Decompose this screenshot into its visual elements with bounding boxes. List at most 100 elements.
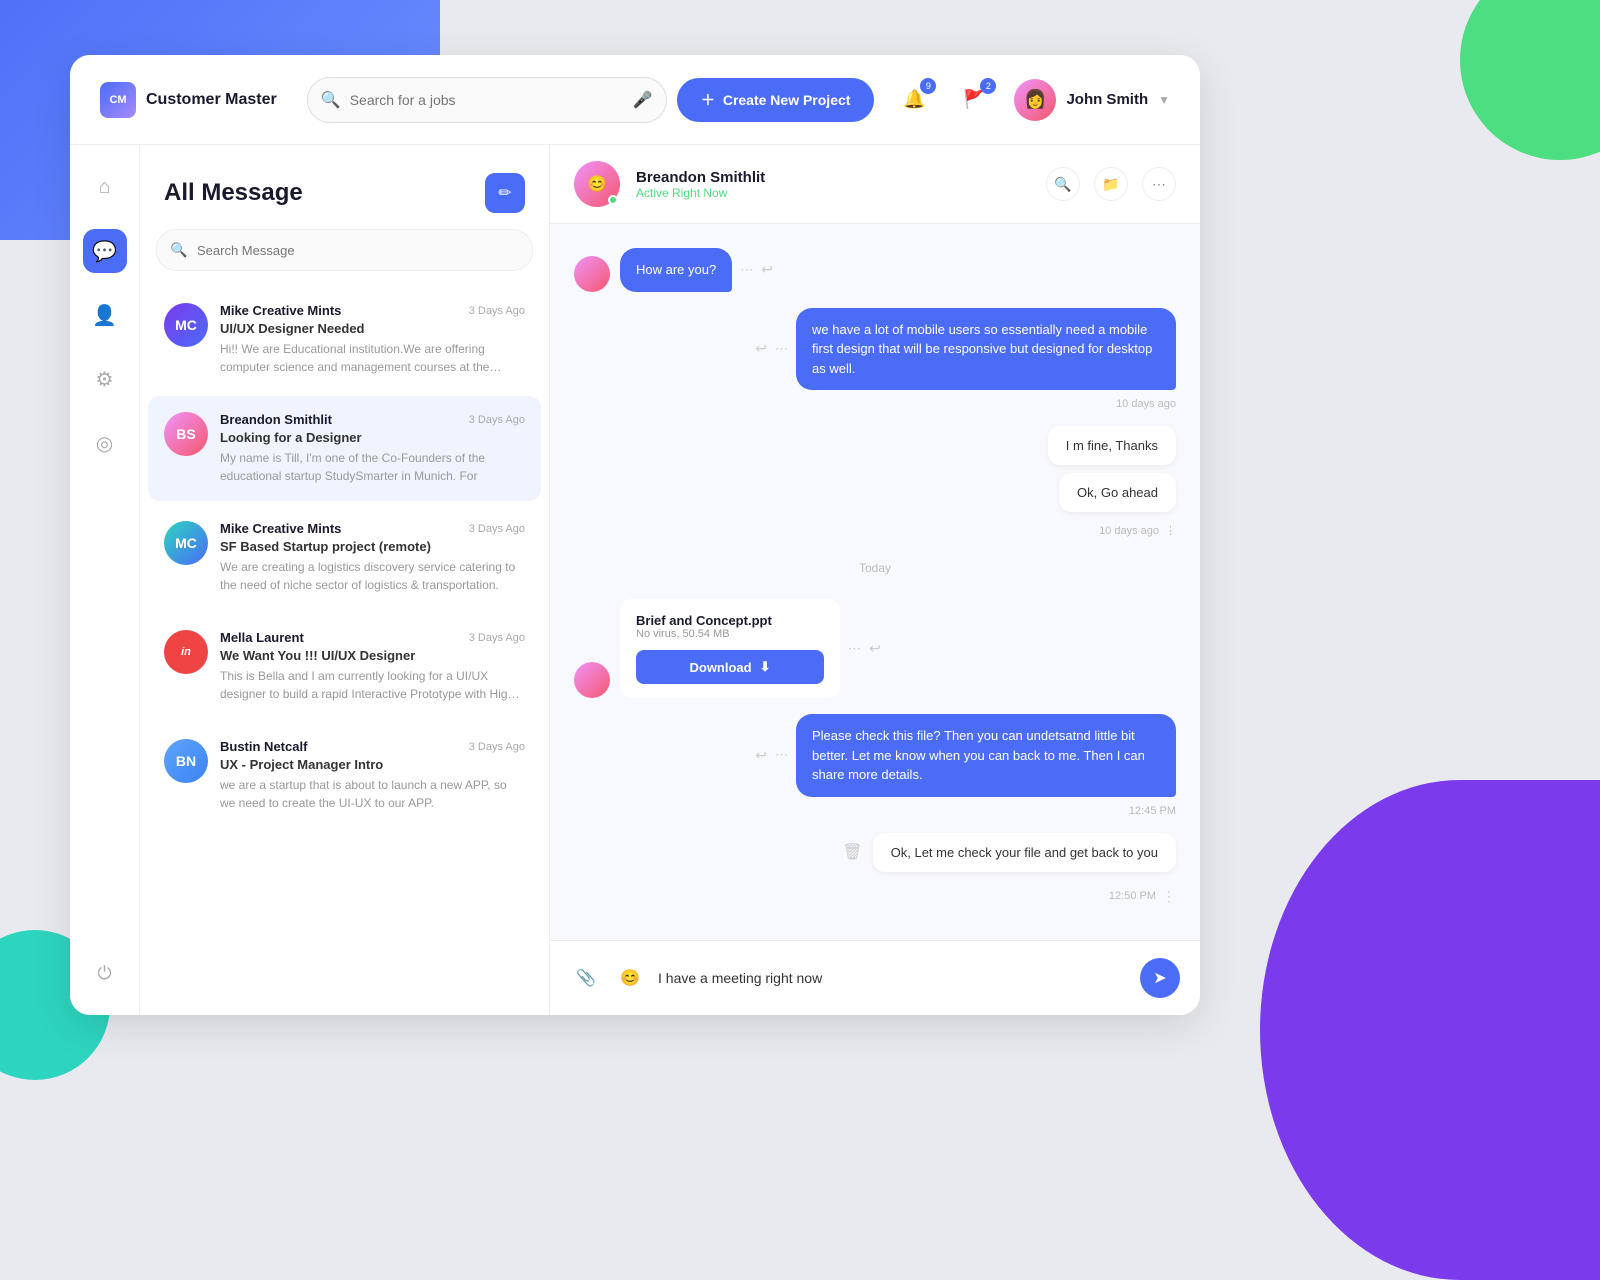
message-time: 3 Days Ago — [469, 414, 525, 426]
sidebar-item-settings[interactable]: ⚙ — [83, 357, 127, 401]
chat-message-row: I m fine, Thanks Ok, Go ahead 10 days ag… — [574, 426, 1176, 537]
compose-icon: ✏ — [498, 183, 511, 203]
message-preview: My name is Till, I'm one of the Co-Found… — [220, 449, 525, 485]
reply-icon[interactable]: ↩ — [761, 261, 773, 278]
message-group: we have a lot of mobile users so essenti… — [755, 308, 1176, 411]
bg-decoration-purple — [1260, 780, 1600, 1280]
notifications-button[interactable]: 🔔 9 — [894, 80, 934, 120]
header: CM Customer Master 🔍 🎤 ＋ Create New Proj… — [70, 55, 1200, 145]
logo-badge: CM — [100, 82, 136, 118]
chat-user-info: Breandon Smithlit Active Right Now — [636, 169, 1030, 200]
message-search-input[interactable] — [156, 229, 533, 271]
messages-panel: All Message ✏ 🔍 MC Mike Creative Mints 3… — [140, 145, 550, 1015]
compose-button[interactable]: ✏ — [485, 173, 525, 213]
message-time: 12:45 PM — [1129, 805, 1176, 817]
message-bubble: we have a lot of mobile users so essenti… — [796, 308, 1176, 391]
message-bubble: Please check this file? Then you can und… — [796, 714, 1176, 797]
message-preview: This is Bella and I am currently looking… — [220, 667, 525, 703]
sidebar-item-logout[interactable]: ⏻ — [83, 951, 127, 995]
chat-message-row: Brief and Concept.ppt No virus, 50.54 MB… — [574, 599, 1176, 698]
download-button[interactable]: Download ⬇ — [636, 650, 824, 684]
message-search[interactable]: 🔍 — [156, 229, 533, 271]
download-label: Download — [689, 660, 751, 675]
logo-area: CM Customer Master — [100, 82, 277, 118]
ellipsis-icon[interactable]: ⋯ — [775, 747, 788, 763]
search-input[interactable] — [307, 77, 667, 123]
search-icon: 🔍 — [321, 90, 341, 110]
folder-icon: 📁 — [1102, 176, 1119, 193]
avatar: MC — [164, 521, 208, 565]
chat-header-actions: 🔍 📁 ⋯ — [1046, 167, 1176, 201]
more-icon: ⋯ — [1152, 176, 1166, 193]
emoji-button[interactable]: 😊 — [614, 962, 646, 994]
chat-message-row: How are you? ⋯ ↩ — [574, 248, 1176, 292]
ellipsis-icon[interactable]: ⋯ — [740, 262, 753, 278]
message-subject: UI/UX Designer Needed — [220, 321, 525, 336]
message-item[interactable]: MC Mike Creative Mints 3 Days Ago SF Bas… — [148, 505, 541, 610]
chat-message-input[interactable] — [658, 957, 1128, 999]
message-content: Bustin Netcalf 3 Days Ago UX - Project M… — [220, 739, 525, 812]
send-button[interactable]: ➤ — [1140, 958, 1180, 998]
logout-icon: ⏻ — [97, 963, 111, 984]
message-item[interactable]: MC Mike Creative Mints 3 Days Ago UI/UX … — [148, 287, 541, 392]
message-content: Mike Creative Mints 3 Days Ago SF Based … — [220, 521, 525, 594]
plus-icon: ＋ — [701, 90, 715, 110]
message-item[interactable]: BS Breandon Smithlit 3 Days Ago Looking … — [148, 396, 541, 501]
trash-icon[interactable]: 🗑 — [842, 842, 862, 862]
reply-bubble: Ok, Let me check your file and get back … — [873, 833, 1176, 872]
message-subject: UX - Project Manager Intro — [220, 757, 525, 772]
avatar: BS — [164, 412, 208, 456]
more-icon[interactable]: ⋮ — [1165, 524, 1176, 537]
alerts-badge: 2 — [980, 78, 996, 94]
message-sender: Breandon Smithlit — [220, 412, 332, 427]
create-project-button[interactable]: ＋ Create New Project — [677, 78, 875, 122]
avatar: in — [164, 630, 208, 674]
message-time: 3 Days Ago — [469, 632, 525, 644]
message-preview: we are a startup that is about to launch… — [220, 776, 525, 812]
message-sender: Mike Creative Mints — [220, 303, 341, 318]
bg-decoration-green — [1460, 0, 1600, 160]
sidebar-item-home[interactable]: ⌂ — [83, 165, 127, 209]
message-list: MC Mike Creative Mints 3 Days Ago UI/UX … — [140, 287, 549, 1015]
sidebar-item-profile[interactable]: 👤 — [83, 293, 127, 337]
message-content: Breandon Smithlit 3 Days Ago Looking for… — [220, 412, 525, 485]
chat-msg-avatar — [574, 256, 610, 292]
message-item[interactable]: BN Bustin Netcalf 3 Days Ago UX - Projec… — [148, 723, 541, 828]
chat-message-row: we have a lot of mobile users so essenti… — [574, 308, 1176, 411]
reply-icon[interactable]: ↩ — [755, 340, 767, 357]
reply-bubble: Ok, Go ahead — [1059, 473, 1176, 512]
chat-search-button[interactable]: 🔍 — [1046, 167, 1080, 201]
message-subject: SF Based Startup project (remote) — [220, 539, 525, 554]
help-icon: ◎ — [96, 431, 113, 456]
chat-more-button[interactable]: ⋯ — [1142, 167, 1176, 201]
sidebar-item-messages[interactable]: 💬 — [83, 229, 127, 273]
chat-contact-avatar: 😊 — [574, 161, 620, 207]
user-profile-area[interactable]: 👩 John Smith ▼ — [1014, 79, 1170, 121]
messages-icon: 💬 — [92, 239, 117, 264]
attach-button[interactable]: 📎 — [570, 962, 602, 994]
message-preview: We are creating a logistics discovery se… — [220, 558, 525, 594]
search-bar[interactable]: 🔍 🎤 — [307, 77, 667, 123]
ellipsis-icon[interactable]: ⋯ — [848, 641, 861, 657]
today-divider: Today — [574, 561, 1176, 575]
file-meta: No virus, 50.54 MB — [636, 628, 824, 640]
message-item[interactable]: in Mella Laurent 3 Days Ago We Want You … — [148, 614, 541, 719]
attach-icon: 📎 — [576, 968, 596, 988]
reply-icon[interactable]: ↩ — [755, 747, 767, 764]
chat-contact-name: Breandon Smithlit — [636, 169, 1030, 186]
chat-area: 😊 Breandon Smithlit Active Right Now 🔍 📁 — [550, 145, 1200, 1015]
msg-search-icon: 🔍 — [170, 242, 187, 259]
avatar: MC — [164, 303, 208, 347]
chat-msg-avatar — [574, 662, 610, 698]
more-icon[interactable]: ⋮ — [1162, 888, 1176, 905]
mic-icon: 🎤 — [633, 90, 653, 110]
chat-folder-button[interactable]: 📁 — [1094, 167, 1128, 201]
reply-icon[interactable]: ↩ — [869, 640, 881, 657]
message-time: 10 days ago ⋮ — [1099, 524, 1176, 537]
ellipsis-icon[interactable]: ⋯ — [775, 341, 788, 357]
message-group: Brief and Concept.ppt No virus, 50.54 MB… — [620, 599, 881, 698]
alerts-button[interactable]: 🚩 2 — [954, 80, 994, 120]
panel-title: All Message — [164, 179, 303, 207]
sidebar-item-help[interactable]: ◎ — [83, 421, 127, 465]
notifications-badge: 9 — [920, 78, 936, 94]
